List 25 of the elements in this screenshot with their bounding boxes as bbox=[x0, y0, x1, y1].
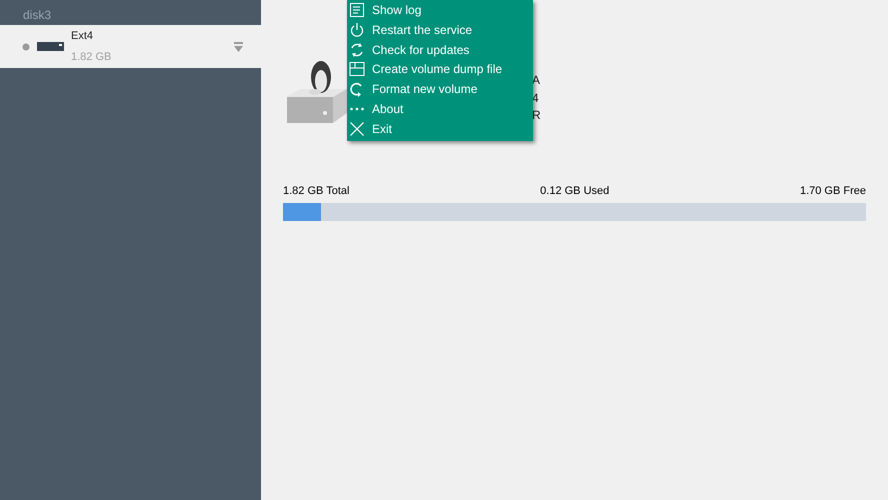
menu-item[interactable]: Exit bbox=[347, 119, 533, 139]
menu-item[interactable]: Restart the service bbox=[347, 20, 533, 40]
sync-icon bbox=[349, 42, 365, 58]
volume-name: Ext4 bbox=[71, 29, 94, 43]
power-icon bbox=[349, 22, 365, 38]
filter-icon[interactable] bbox=[234, 42, 243, 52]
total-label: 1.82 GB Total bbox=[283, 184, 350, 199]
status-dot-icon bbox=[22, 42, 30, 50]
log-icon bbox=[349, 2, 365, 18]
volume-size: 1.82 GB bbox=[71, 50, 112, 64]
used-label: 0.12 GB Used bbox=[540, 184, 610, 199]
close-icon bbox=[349, 121, 365, 138]
group-label: disk3 bbox=[22, 7, 52, 24]
detail-text: R bbox=[532, 108, 541, 124]
menu-item[interactable]: Show log bbox=[347, 0, 533, 20]
menu-item[interactable]: About bbox=[347, 99, 533, 120]
layout-icon bbox=[349, 61, 365, 78]
menu-item[interactable]: Check for updates bbox=[347, 40, 533, 60]
volume-item[interactable]: Ext4 1.82 GB bbox=[0, 25, 261, 68]
menu-item[interactable]: Create volume dump file bbox=[347, 60, 533, 80]
menu-item[interactable]: Format new volume bbox=[347, 79, 533, 100]
detail-text: 4 bbox=[532, 90, 540, 106]
drive-icon bbox=[37, 42, 64, 51]
free-label: 1.70 GB Free bbox=[800, 184, 866, 199]
more-icon bbox=[349, 107, 365, 112]
